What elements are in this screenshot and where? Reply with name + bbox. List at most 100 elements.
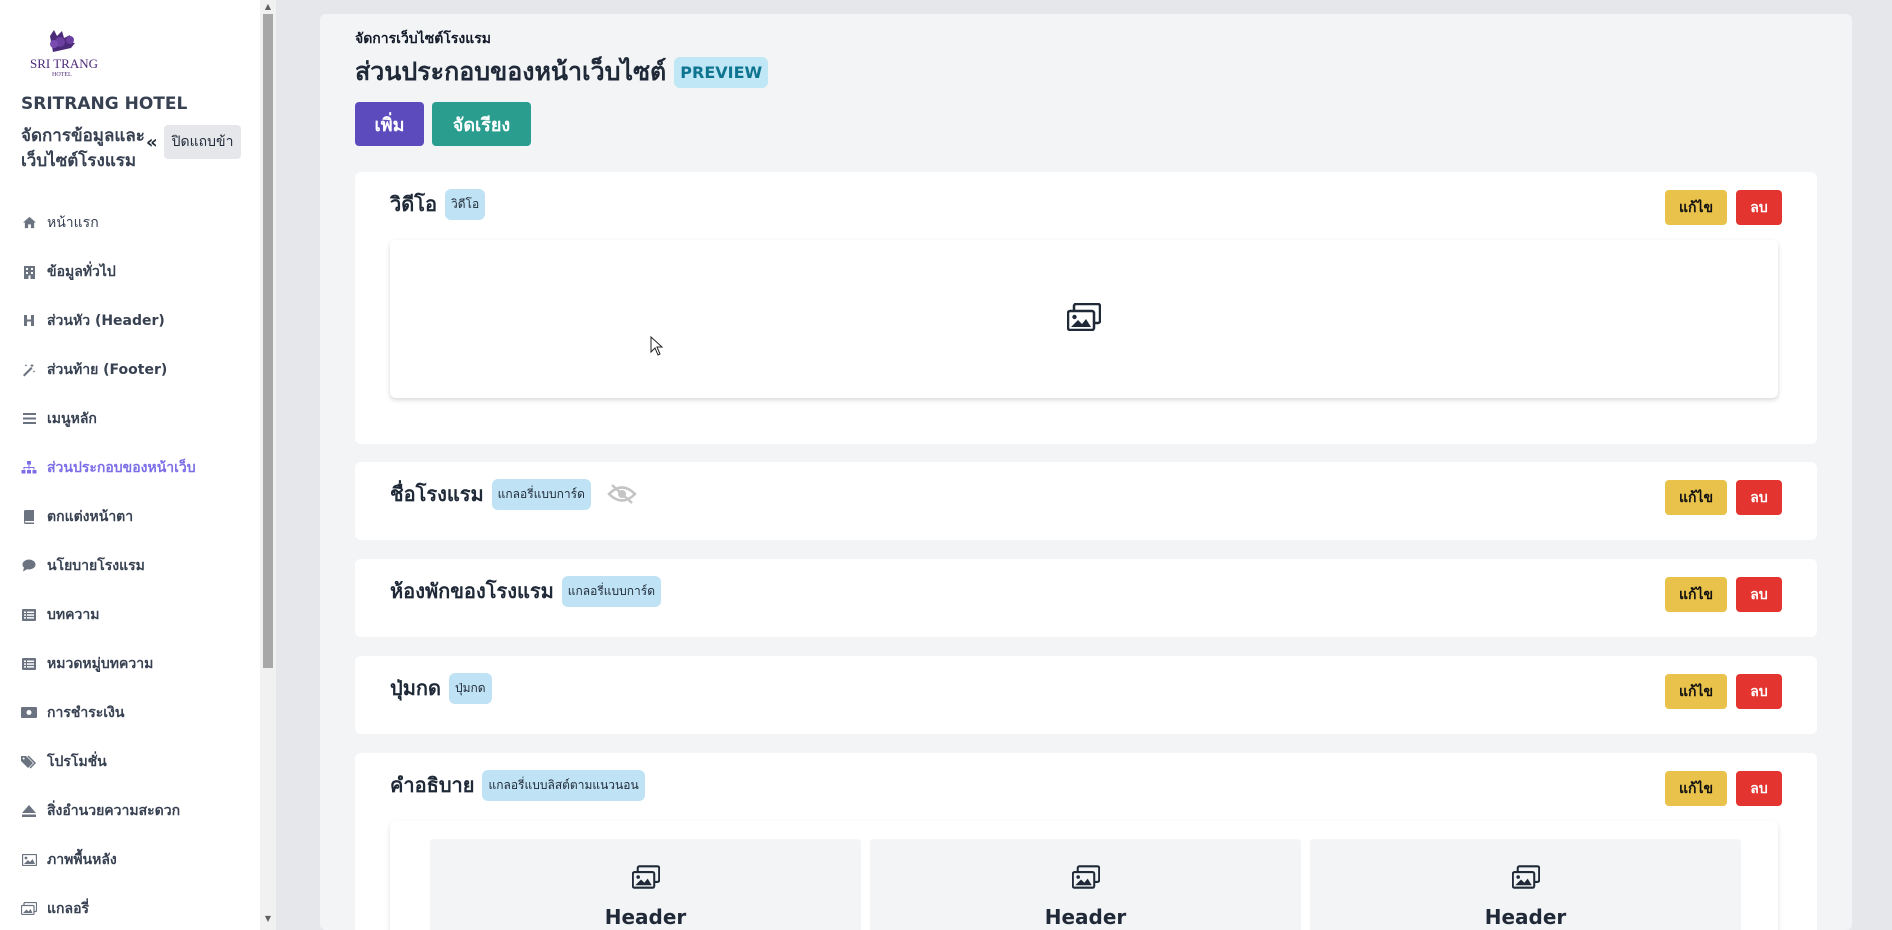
sidebar-item-main-menu[interactable]: เมนูหลัก (0, 394, 260, 443)
sidebar-item-general-info[interactable]: ข้อมูลทั่วไป (0, 247, 260, 296)
section-title: คำอธิบาย (390, 773, 475, 797)
sidebar-item-page-components[interactable]: ส่วนประกอบของหน้าเว็บ (0, 443, 260, 492)
collapse-sidebar-button[interactable]: « ปิดแถบข้า (146, 125, 242, 159)
edit-button[interactable]: แก้ไข (1665, 771, 1727, 806)
bars-icon (21, 412, 37, 426)
sidebar-scrollbar[interactable]: ▲ ▼ (260, 0, 276, 930)
sidebar-item-label: แกลอรี่ (47, 900, 90, 917)
preview-badge[interactable]: PREVIEW (674, 56, 769, 88)
sidebar-item-header[interactable]: ส่วนหัว (Header) (0, 296, 260, 345)
section-type-tag: แกลอรี่แบบลิสต์ตามแนวนอน (482, 769, 645, 801)
sidebar-subtitle: จัดการข้อมูลและเว็บไซต์โรงแรม (21, 126, 145, 171)
section-actions: แก้ไข ลบ (1665, 190, 1782, 225)
eject-icon (21, 804, 37, 818)
delete-button[interactable]: ลบ (1736, 480, 1782, 515)
hotel-logo[interactable]: SRI TRANG HOTEL (26, 28, 110, 78)
section-card-video: วิดีโอ วิดีโอ แก้ไข ลบ (355, 172, 1817, 444)
page-title: ส่วนประกอบของหน้าเว็บไซต์ (355, 57, 667, 86)
delete-button[interactable]: ลบ (1736, 190, 1782, 225)
section-card-buttons: ปุ่มกด ปุ่มกด แก้ไข ลบ (355, 656, 1817, 734)
sidebar-item-articles[interactable]: บทความ (0, 590, 260, 639)
sidebar-item-appearance[interactable]: ตกแต่งหน้าตา (0, 492, 260, 541)
sidebar-item-label: ส่วนหัว (Header) (47, 312, 165, 329)
section-title: ปุ่มกด (390, 676, 441, 700)
edit-button[interactable]: แก้ไข (1665, 674, 1727, 709)
sidebar-item-label: บทความ (47, 606, 100, 623)
section-title: ห้องพักของโรงแรม (390, 579, 554, 603)
sidebar-item-label: ข้อมูลทั่วไป (47, 263, 116, 280)
section-type-tag: แกลอรี่แบบการ์ด (491, 478, 591, 510)
scrollbar-thumb[interactable] (263, 14, 273, 668)
sort-button[interactable]: จัดเรียง (432, 102, 531, 146)
section-actions: แก้ไข ลบ (1665, 771, 1782, 806)
eye-slash-icon (607, 483, 637, 505)
comment-icon (21, 559, 37, 573)
sidebar-item-label: เมนูหลัก (47, 410, 97, 427)
money-icon (21, 706, 37, 720)
gallery-preview: Header Header Header (390, 821, 1778, 930)
video-preview[interactable] (390, 240, 1778, 398)
sidebar-item-label: ส่วนประกอบของหน้าเว็บ (47, 459, 196, 476)
sidebar-item-label: หน้าแรก (47, 214, 99, 231)
sidebar-item-label: สิ่งอำนวยความสะดวก (47, 802, 181, 819)
add-button[interactable]: เพิ่ม (355, 102, 424, 146)
sidebar-item-promotions[interactable]: โปรโมชั่น (0, 737, 260, 786)
chevrons-left-icon: « (146, 131, 158, 153)
breadcrumb: จัดการเว็บไซต์โรงแรม (355, 31, 491, 47)
edit-button[interactable]: แก้ไข (1665, 480, 1727, 515)
gallery-card[interactable]: Header (430, 839, 861, 930)
sidebar-item-hotel-policy[interactable]: นโยบายโรงแรม (0, 541, 260, 590)
sidebar-item-payment[interactable]: การชำระเงิน (0, 688, 260, 737)
images-icon (21, 902, 37, 916)
page-title-row: ส่วนประกอบของหน้าเว็บไซต์ PREVIEW (355, 52, 769, 92)
sidebar-item-backgrounds[interactable]: ภาพพื้นหลัง (0, 835, 260, 884)
edit-button[interactable]: แก้ไข (1665, 577, 1727, 612)
sidebar-item-label: การชำระเงิน (47, 704, 125, 721)
gallery-card[interactable]: Header (1310, 839, 1741, 930)
book-icon (21, 509, 37, 524)
section-card-hotel-name: ชื่อโรงแรม แกลอรี่แบบการ์ด แก้ไข ลบ (355, 462, 1817, 540)
gallery-card-header: Header (1484, 905, 1567, 929)
sidebar-item-home[interactable]: หน้าแรก (0, 198, 260, 247)
magic-icon (21, 363, 37, 377)
section-actions: แก้ไข ลบ (1665, 577, 1782, 612)
gallery-card[interactable]: Header (870, 839, 1301, 930)
section-type-tag: แกลอรี่แบบการ์ด (561, 575, 661, 607)
list-icon (21, 657, 37, 671)
sidebar-item-label: ภาพพื้นหลัง (47, 851, 117, 868)
image-icon (21, 853, 37, 867)
section-actions: แก้ไข ลบ (1665, 674, 1782, 709)
mouse-cursor-icon (650, 335, 664, 360)
section-card-description: คำอธิบาย แกลอรี่แบบลิสต์ตามแนวนอน แก้ไข … (355, 753, 1817, 930)
svg-text:SRI TRANG: SRI TRANG (30, 56, 98, 71)
images-icon (1071, 865, 1100, 893)
sidebar-item-facilities[interactable]: สิ่งอำนวยความสะดวก (0, 786, 260, 835)
scroll-down-arrow-icon[interactable]: ▼ (260, 912, 276, 926)
sidebar-item-footer[interactable]: ส่วนท้าย (Footer) (0, 345, 260, 394)
gallery-card-header: Header (1044, 905, 1127, 929)
building-icon (21, 265, 37, 279)
brand-name: SRITRANG HOTEL (21, 94, 188, 114)
section-header: คำอธิบาย แกลอรี่แบบลิสต์ตามแนวนอน (390, 769, 645, 801)
sidebar-item-label: หมวดหมู่บทความ (47, 655, 154, 672)
heading-icon (21, 314, 37, 328)
delete-button[interactable]: ลบ (1736, 771, 1782, 806)
sidebar: SRI TRANG HOTEL SRITRANG HOTEL จัดการข้อ… (0, 0, 260, 930)
svg-text:HOTEL: HOTEL (52, 72, 72, 78)
section-actions: แก้ไข ลบ (1665, 480, 1782, 515)
sitemap-icon (21, 461, 37, 475)
sidebar-item-label: นโยบายโรงแรม (47, 557, 145, 574)
section-header: ห้องพักของโรงแรม แกลอรี่แบบการ์ด (390, 575, 661, 607)
scroll-up-arrow-icon[interactable]: ▲ (260, 0, 276, 14)
section-header: ปุ่มกด ปุ่มกด (390, 672, 492, 704)
sidebar-item-gallery[interactable]: แกลอรี่ (0, 884, 260, 930)
edit-button[interactable]: แก้ไข (1665, 190, 1727, 225)
images-icon (1066, 302, 1102, 335)
sidebar-item-label: ส่วนท้าย (Footer) (47, 361, 168, 378)
delete-button[interactable]: ลบ (1736, 674, 1782, 709)
images-icon (1511, 865, 1540, 893)
delete-button[interactable]: ลบ (1736, 577, 1782, 612)
collapse-label: ปิดแถบข้า (163, 125, 242, 159)
section-type-tag: ปุ่มกด (448, 672, 492, 704)
sidebar-item-article-categories[interactable]: หมวดหมู่บทความ (0, 639, 260, 688)
